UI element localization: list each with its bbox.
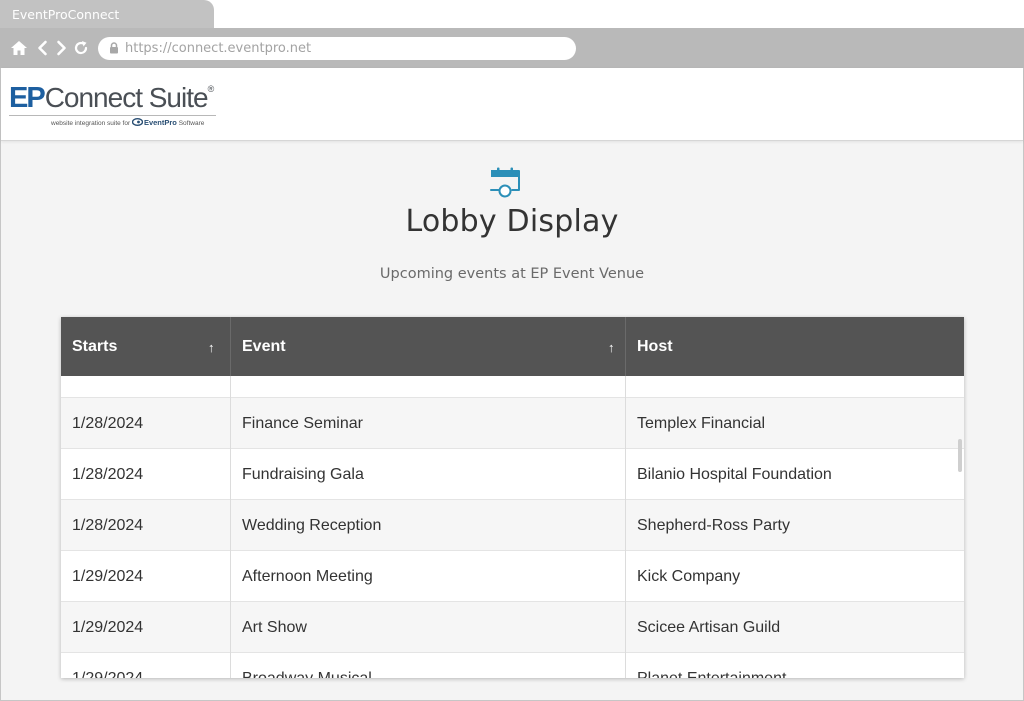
logo-tagline: website integration suite for EventPro S… <box>51 118 205 127</box>
cell-starts <box>61 376 230 398</box>
cell-starts: 1/29/2024 <box>72 568 144 585</box>
page-content: EPConnect Suite® website integration sui… <box>0 68 1024 701</box>
table-row[interactable]: 1/28/2024 Fundraising Gala Bilanio Hospita… <box>61 449 964 500</box>
eventpro-swirl-icon <box>131 118 143 126</box>
logo-ep: EP <box>9 82 46 114</box>
cell-host: Bilanio Hospital Foundation <box>625 449 964 500</box>
cell-host: Planet Entertainment <box>625 653 964 678</box>
reload-icon[interactable] <box>72 39 90 57</box>
logo-divider <box>9 115 216 116</box>
table-body[interactable]: 1/28/2024 Finance Seminar Templex Financia… <box>61 376 964 678</box>
page-subtitle: Upcoming events at EP Event Venue <box>379 266 645 282</box>
cell-host <box>625 376 964 398</box>
column-header-host[interactable]: Host <box>625 317 964 376</box>
cell-event <box>230 376 625 398</box>
lock-icon <box>110 42 118 54</box>
table-row[interactable]: 1/29/2024Broadway MusicalPlanet Entertai… <box>61 653 964 678</box>
cell-starts: 1/28/2024 <box>72 517 144 534</box>
url-text: https://connect.eventpro.net <box>125 41 312 56</box>
table-rows: 1/28/2024 Finance Seminar Templex Financia… <box>61 376 964 678</box>
cell-host: Shepherd-Ross Party <box>625 500 964 551</box>
cell-host: Scicee Artisan Guild <box>625 602 964 653</box>
table-row[interactable]: 1/28/2024 Wedding Reception Shepherd-Ross … <box>61 500 964 551</box>
calendar-icon <box>490 167 520 198</box>
sort-ascending-icon[interactable]: ↑ <box>208 317 218 376</box>
cell-starts: 1/29/2024 <box>61 653 230 678</box>
cell-host: Templex Financial <box>625 398 964 449</box>
table-header: Starts ↑ Event ↑ Host <box>61 317 964 376</box>
logo-registered: ® <box>207 84 215 94</box>
back-icon[interactable] <box>34 39 52 57</box>
table-row[interactable]: 1/29/2024 Art Show Scicee Artisan Guild <box>61 602 964 653</box>
table-row[interactable]: 1/28/2024 Finance Seminar Templex Financia… <box>61 398 964 449</box>
scrollbar-thumb[interactable] <box>958 439 962 472</box>
column-header-starts[interactable]: Starts ↑ <box>61 317 230 376</box>
cell-event: Wedding Reception <box>230 500 625 551</box>
cell-starts: 1/29/2024 <box>72 619 144 636</box>
home-icon[interactable] <box>10 39 28 57</box>
cell-starts: 1/28/2024 <box>72 466 144 483</box>
forward-icon[interactable] <box>52 39 70 57</box>
cell-event: Fundraising Gala <box>230 449 625 500</box>
cell-event: Finance Seminar <box>230 398 625 449</box>
address-bar[interactable]: https://connect.eventpro.net <box>98 37 576 60</box>
site-header: EPConnect Suite® website integration sui… <box>1 68 1023 141</box>
cell-event: Afternoon Meeting <box>230 551 625 602</box>
ep-connect-suite-logo[interactable]: EPConnect Suite® website integration sui… <box>9 82 221 130</box>
cell-host: Kick Company <box>625 551 964 602</box>
events-table: Starts ↑ Event ↑ Host 1/28/2024 Finance S… <box>61 317 964 678</box>
cell-event: Broadway Musical <box>230 653 625 678</box>
cell-event: Art Show <box>230 602 625 653</box>
cell-starts: 1/28/2024 <box>72 415 144 432</box>
column-header-event[interactable]: Event ↑ <box>230 317 625 376</box>
table-row[interactable] <box>61 376 964 398</box>
browser-tab[interactable]: EventProConnect <box>0 0 214 28</box>
browser-toolbar: https://connect.eventpro.net <box>0 28 1024 68</box>
table-row[interactable]: 1/29/2024 Afternoon Meeting Kick Company <box>61 551 964 602</box>
logo-product: Connect Suite <box>44 82 209 113</box>
tab-strip: EventProConnect <box>0 0 1024 28</box>
sort-ascending-icon[interactable]: ↑ <box>608 317 618 376</box>
page-title: Lobby Display <box>405 204 619 239</box>
